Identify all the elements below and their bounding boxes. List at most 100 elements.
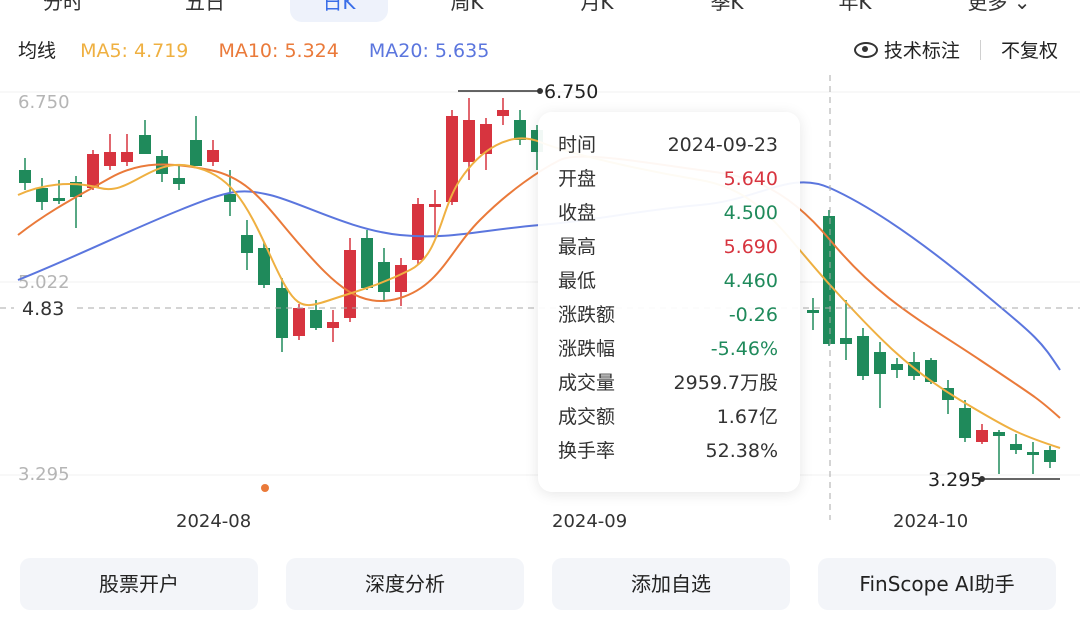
ma-legend: 均线 MA5: 4.719 MA10: 5.324 MA20: 5.635 (18, 36, 513, 64)
tooltip-key: 收盘 (558, 202, 597, 224)
candle-body (53, 198, 65, 201)
ma5-value: MA5: 4.719 (80, 40, 189, 62)
candle-body (87, 154, 99, 188)
x-axis-label-oct: 2024-10 (893, 511, 968, 532)
action-bar: 股票开户 深度分析 添加自选 FinScope AI助手 (0, 558, 1080, 610)
tooltip-key: 涨跌额 (558, 304, 616, 326)
tooltip-row-time: 时间 2024-09-23 (558, 128, 778, 162)
adjust-mode-button[interactable]: 不复权 (1001, 40, 1058, 62)
tooltip-row-turnover-amount: 成交额 1.67亿 (558, 400, 778, 434)
tooltip-value: 1.67亿 (716, 406, 778, 428)
x-axis-label-aug: 2024-08 (176, 511, 251, 532)
candle-body (241, 235, 253, 253)
tooltip-value: 2959.7万股 (673, 372, 778, 394)
ma20-value: MA20: 5.635 (368, 40, 490, 62)
candle-body (807, 310, 819, 313)
candle-body (497, 110, 509, 116)
tooltip-row-volume: 成交量 2959.7万股 (558, 366, 778, 400)
candle-body (378, 262, 390, 292)
chart-toolbar: 技术标注 不复权 (853, 36, 1058, 64)
tab-yearly-k[interactable]: 年K (806, 0, 904, 22)
candle-body (514, 120, 526, 140)
candle-body (293, 308, 305, 336)
candle-body (874, 352, 886, 374)
divider (979, 40, 981, 60)
low-marker-label: 3.295 (928, 469, 982, 491)
candle-body (190, 140, 202, 166)
tab-daily-k[interactable]: 日K (290, 0, 388, 22)
tech-annotation-toggle[interactable]: 技术标注 (853, 40, 960, 62)
tab-more[interactable]: 更多 ⌄ (950, 0, 1048, 22)
tooltip-key: 时间 (558, 134, 597, 156)
tooltip-row-low: 最低 4.460 (558, 264, 778, 298)
candle-body (121, 152, 133, 162)
tab-intraday[interactable]: 分时 (14, 0, 112, 22)
candle-body (891, 364, 903, 370)
tooltip-key: 最高 (558, 236, 597, 258)
y-axis-mid-label: 5.022 (18, 272, 70, 293)
candle-body (361, 238, 373, 288)
candle-body (993, 432, 1005, 436)
tab-quarterly-k[interactable]: 季K (678, 0, 776, 22)
candle-body (1044, 450, 1056, 462)
tab-weekly-k[interactable]: 周K (418, 0, 516, 22)
high-marker-dot (537, 88, 543, 94)
ai-assistant-button[interactable]: FinScope AI助手 (818, 558, 1056, 610)
tooltip-key: 最低 (558, 270, 597, 292)
candle-body (1010, 444, 1022, 450)
open-account-button[interactable]: 股票开户 (20, 558, 258, 610)
candle-body (857, 336, 869, 376)
tooltip-value: 2024-09-23 (667, 134, 778, 156)
tooltip-row-change: 涨跌额 -0.26 (558, 298, 778, 332)
candle-body (446, 116, 458, 202)
candle-body (139, 135, 151, 154)
price-tooltip: 时间 2024-09-23 开盘 5.640 收盘 4.500 最高 5.690 最低 4… (538, 112, 800, 492)
tab-five-day[interactable]: 五日 (156, 0, 254, 22)
candle-body (959, 408, 971, 438)
candle-body (840, 338, 852, 344)
period-tabs: 分时 五日 日K 周K 月K 季K 年K 更多 ⌄ (0, 0, 1080, 22)
deep-analysis-button[interactable]: 深度分析 (286, 558, 524, 610)
event-marker-dot[interactable] (261, 484, 269, 492)
candle-body (224, 194, 236, 202)
y-axis-bottom-label: 3.295 (18, 464, 70, 485)
tooltip-key: 换手率 (558, 440, 616, 462)
candle-body (412, 204, 424, 260)
ma-label: 均线 (18, 40, 57, 62)
cursor-price-label: 4.83 (22, 298, 64, 320)
candle-body (36, 188, 48, 202)
candle-body (463, 120, 475, 162)
tooltip-row-open: 开盘 5.640 (558, 162, 778, 196)
x-axis-label-sep: 2024-09 (552, 511, 627, 532)
candle-body (327, 322, 339, 328)
tooltip-value: 4.460 (723, 270, 778, 292)
tooltip-key: 开盘 (558, 168, 597, 190)
tooltip-key: 成交额 (558, 406, 616, 428)
add-watchlist-button[interactable]: 添加自选 (552, 558, 790, 610)
tooltip-key: 涨跌幅 (558, 338, 616, 360)
candle-body (395, 265, 407, 292)
eye-icon (853, 42, 878, 58)
tooltip-value: 52.38% (705, 440, 778, 462)
tooltip-row-change-pct: 涨跌幅 -5.46% (558, 332, 778, 366)
candle-body (1027, 452, 1039, 455)
tab-monthly-k[interactable]: 月K (548, 0, 646, 22)
tech-annotation-label: 技术标注 (883, 40, 960, 62)
candle-body (258, 248, 270, 285)
candle-body (173, 178, 185, 184)
tooltip-row-high: 最高 5.690 (558, 230, 778, 264)
tooltip-row-turnover-rate: 换手率 52.38% (558, 434, 778, 468)
high-marker-label: 6.750 (544, 81, 598, 103)
y-axis-top-label: 6.750 (18, 92, 70, 113)
tooltip-value: -5.46% (710, 338, 778, 360)
candle-body (19, 170, 31, 183)
tooltip-value: 4.500 (723, 202, 778, 224)
candle-body (976, 430, 988, 442)
tab-more-label: 更多 (967, 0, 1008, 14)
chevron-down-icon: ⌄ (1007, 0, 1031, 14)
tooltip-value: 5.690 (723, 236, 778, 258)
candle-body (276, 288, 288, 338)
candle-body (310, 310, 322, 328)
candle-body (207, 150, 219, 162)
candle-body (104, 152, 116, 166)
